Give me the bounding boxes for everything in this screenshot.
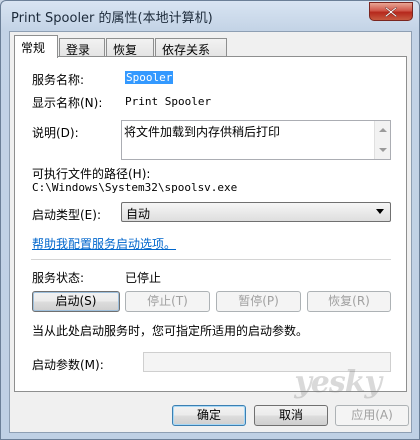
help-configure-link[interactable]: 帮助我配置服务启动选项。 (32, 235, 176, 252)
chevron-down-icon (376, 209, 384, 214)
scroll-down-icon[interactable] (379, 146, 387, 154)
description-text: 将文件加载到内存供稍后打印 (124, 125, 281, 139)
tab-recovery[interactable]: 恢复 (106, 38, 154, 57)
apply-button[interactable]: 应用(A) (335, 405, 409, 426)
service-name-value[interactable]: Spooler (125, 71, 174, 84)
resume-button[interactable]: 恢复(R) (307, 291, 391, 312)
start-button[interactable]: 启动(S) (32, 291, 120, 312)
start-params-label: 启动参数(M): (32, 358, 104, 372)
start-params-hint: 当从此处启动服务时，您可指定所适用的启动参数。 (32, 324, 309, 338)
tab-general[interactable]: 常规 (14, 35, 58, 58)
properties-window: Print Spooler 的属性(本地计算机) 常规 登录 恢复 依存关系 服… (0, 0, 420, 440)
service-name-label: 服务名称: (32, 73, 85, 87)
startup-type-value: 自动 (126, 207, 151, 221)
service-status-label: 服务状态: (32, 271, 85, 285)
start-params-input[interactable] (143, 352, 391, 372)
exe-path-value[interactable]: C:\Windows\System32\spoolsv.exe (32, 181, 237, 194)
cancel-button[interactable]: 取消 (254, 405, 328, 426)
general-panel: 服务名称: Spooler 显示名称(N): Print Spooler 说明(… (14, 56, 407, 392)
display-name-label: 显示名称(N): (32, 96, 103, 110)
description-textbox[interactable]: 将文件加载到内存供稍后打印 (121, 120, 391, 160)
startup-type-label: 启动类型(E): (32, 208, 101, 222)
close-button[interactable] (369, 2, 413, 21)
dialog-client: 常规 登录 恢复 依存关系 服务名称: Spooler 显示名称(N): Pri… (9, 31, 412, 433)
scroll-up-icon[interactable] (379, 126, 387, 134)
pause-button[interactable]: 暂停(P) (216, 291, 301, 312)
tab-dependencies[interactable]: 依存关系 (155, 38, 227, 57)
close-icon (385, 7, 397, 17)
separator (31, 259, 391, 260)
ok-button[interactable]: 确定 (172, 405, 246, 426)
title-bar[interactable]: Print Spooler 的属性(本地计算机) (1, 1, 419, 31)
service-status-value: 已停止 (125, 271, 162, 285)
tab-logon[interactable]: 登录 (59, 38, 105, 57)
startup-type-select[interactable]: 自动 (121, 202, 391, 222)
stop-button[interactable]: 停止(T) (125, 291, 210, 312)
exe-path-label: 可执行文件的路径(H): (32, 167, 151, 181)
description-label: 说明(D): (32, 126, 79, 140)
window-title: Print Spooler 的属性(本地计算机) (11, 11, 213, 26)
description-scrollbar[interactable] (374, 121, 390, 159)
display-name-value[interactable]: Print Spooler (125, 95, 211, 108)
